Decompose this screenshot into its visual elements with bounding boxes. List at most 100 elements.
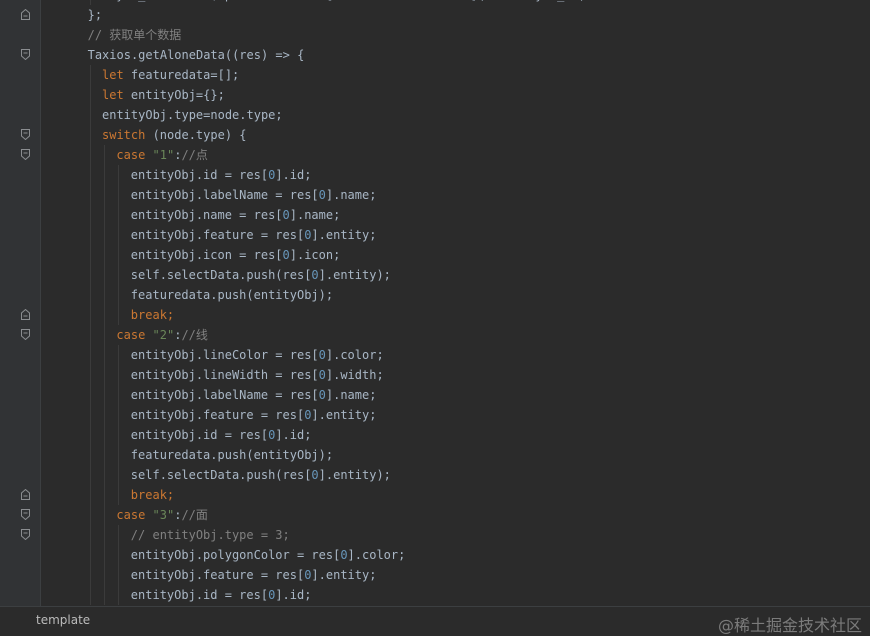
- code-line[interactable]: self.selectData.push(res[0].entity);: [0, 265, 870, 285]
- code-line[interactable]: // entityObj.type = 3;: [0, 525, 870, 545]
- code-line[interactable]: entityObj.lineWidth = res[0].width;: [0, 365, 870, 385]
- fold-end-icon[interactable]: [21, 489, 30, 500]
- code-line[interactable]: entityObj.type=node.type;: [0, 105, 870, 125]
- fold-start-icon[interactable]: [21, 149, 30, 160]
- fold-end-icon[interactable]: [21, 309, 30, 320]
- code-text: self.selectData.push(res[0].entity);: [131, 265, 391, 285]
- indent-guide: [104, 145, 105, 605]
- code-text: // entityObj.type = 3;: [131, 525, 290, 545]
- code-token: entityObj.polygonColor = res[: [130, 548, 341, 562]
- code-token: entityObj.id = res[: [130, 168, 269, 182]
- code-text: Taxios.getAloneData((res) => {: [88, 45, 305, 65]
- code-line[interactable]: entityObj.id = res[0].id;: [0, 585, 870, 605]
- code-text: entityObj.lineWidth = res[0].width;: [131, 365, 384, 385]
- code-token: let: [102, 88, 131, 102]
- code-line[interactable]: entityObj.name = res[0].name;: [0, 205, 870, 225]
- code-line[interactable]: entityObj.icon = res[0].icon;: [0, 245, 870, 265]
- fold-start-icon[interactable]: [21, 509, 30, 520]
- code-token: featuredata.push(entityObj);: [130, 288, 334, 302]
- code-line[interactable]: let featuredata=[];: [0, 65, 870, 85]
- code-line[interactable]: entityObj.feature = res[0].entity;: [0, 565, 870, 585]
- code-token: 0: [318, 348, 326, 362]
- code-token: entityObj.labelName = res[: [130, 188, 319, 202]
- code-text: entityObj.icon = res[0].icon;: [131, 245, 341, 265]
- code-token: layer_id: self.$options.filters[: [102, 0, 333, 2]
- code-token: entityObj.type=node.type;: [102, 108, 283, 122]
- code-line[interactable]: self.selectData.push(res[0].entity);: [0, 465, 870, 485]
- code-token: 0: [282, 248, 290, 262]
- code-token: featuredata=[];: [130, 68, 240, 82]
- code-line[interactable]: featuredata.push(entityObj);: [0, 445, 870, 465]
- code-line[interactable]: entityObj.polygonColor = res[0].color;: [0, 545, 870, 565]
- code-line[interactable]: entityObj.id = res[0].id;: [0, 165, 870, 185]
- code-text: entityObj.lineColor = res[0].color;: [131, 345, 384, 365]
- code-line[interactable]: let entityObj={};: [0, 85, 870, 105]
- code-token: entityObj.lineColor = res[: [130, 348, 319, 362]
- code-line[interactable]: case "3"://面: [0, 505, 870, 525]
- code-text: // 获取单个数据: [88, 25, 182, 45]
- fold-start-icon[interactable]: [21, 129, 30, 140]
- code-line[interactable]: break;: [0, 485, 870, 505]
- breadcrumb[interactable]: template: [36, 613, 90, 627]
- code-text: let featuredata=[];: [102, 65, 239, 85]
- code-text: entityObj.feature = res[0].entity;: [131, 405, 377, 425]
- code-text: featuredata.push(entityObj);: [131, 285, 333, 305]
- code-line[interactable]: // 获取单个数据: [0, 25, 870, 45]
- code-text: case "3"://面: [116, 505, 208, 525]
- code-token: ].width;: [325, 368, 384, 382]
- code-token: "2": [152, 328, 175, 342]
- code-text: case "1"://点: [116, 145, 208, 165]
- code-token: //面: [181, 508, 208, 522]
- code-line[interactable]: entityObj.id = res[0].id;: [0, 425, 870, 445]
- code-token: entityObj.id = res[: [130, 428, 269, 442]
- code-token: case: [116, 148, 153, 162]
- code-line[interactable]: break;: [0, 305, 870, 325]
- code-text: entityObj.labelName = res[0].name;: [131, 385, 377, 405]
- status-bar: template @稀土掘金技术社区: [0, 606, 870, 636]
- indent-guide: [118, 165, 120, 325]
- code-line[interactable]: case "1"://点: [0, 145, 870, 165]
- code-text: case "2"://线: [116, 325, 208, 345]
- code-token: ].name;: [289, 208, 341, 222]
- code-line[interactable]: entityObj.feature = res[0].entity;: [0, 405, 870, 425]
- code-line[interactable]: entityObj.labelName = res[0].name;: [0, 385, 870, 405]
- code-token: //点: [181, 148, 208, 162]
- code-line[interactable]: entityObj.lineColor = res[0].color;: [0, 345, 870, 365]
- code-line[interactable]: entityObj.feature = res[0].entity;: [0, 225, 870, 245]
- indent-guide: [89, 65, 91, 605]
- code-line[interactable]: featuredata.push(entityObj);: [0, 285, 870, 305]
- code-token: //线: [181, 328, 208, 342]
- code-token: entityObj.lineWidth = res[: [130, 368, 319, 382]
- code-line[interactable]: };: [0, 5, 870, 25]
- code-line[interactable]: Taxios.getAloneData((res) => {: [0, 45, 870, 65]
- code-token: "3": [152, 508, 175, 522]
- code-text: self.selectData.push(res[0].entity);: [131, 465, 391, 485]
- code-token: "dataNullFromTable": [333, 0, 470, 2]
- fold-start-icon[interactable]: [21, 529, 30, 540]
- code-text: entityObj.labelName = res[0].name;: [131, 185, 377, 205]
- code-token: Taxios.getAloneData((res) => {: [87, 48, 305, 62]
- code-text: entityObj.polygonColor = res[0].color;: [131, 545, 406, 565]
- fold-start-icon[interactable]: [21, 329, 30, 340]
- code-token: entityObj.feature = res[: [130, 228, 305, 242]
- code-area[interactable]: layer_id: self.$options.filters["dataNul…: [0, 0, 870, 605]
- indent-guide: [118, 345, 120, 505]
- code-token: 0: [340, 548, 348, 562]
- code-line[interactable]: entityObj.labelName = res[0].name;: [0, 185, 870, 205]
- code-token: ].entity;: [311, 228, 377, 242]
- code-token: break;: [130, 488, 175, 502]
- code-token: entityObj.feature = res[: [130, 568, 305, 582]
- code-editor[interactable]: layer_id: self.$options.filters["dataNul…: [0, 0, 870, 606]
- fold-start-icon[interactable]: [21, 49, 30, 60]
- indent-guide: [118, 525, 120, 605]
- code-line[interactable]: case "2"://线: [0, 325, 870, 345]
- code-line[interactable]: switch (node.type) {: [0, 125, 870, 145]
- code-text: entityObj.id = res[0].id;: [131, 425, 312, 445]
- fold-end-icon[interactable]: [21, 9, 30, 20]
- watermark: @稀土掘金技术社区: [717, 616, 862, 635]
- code-token: entityObj.id = res[: [130, 588, 269, 602]
- code-token: entityObj={};: [130, 88, 225, 102]
- code-token: featuredata.push(entityObj);: [130, 448, 334, 462]
- code-token: case: [116, 328, 153, 342]
- code-text: entityObj.id = res[0].id;: [131, 585, 312, 605]
